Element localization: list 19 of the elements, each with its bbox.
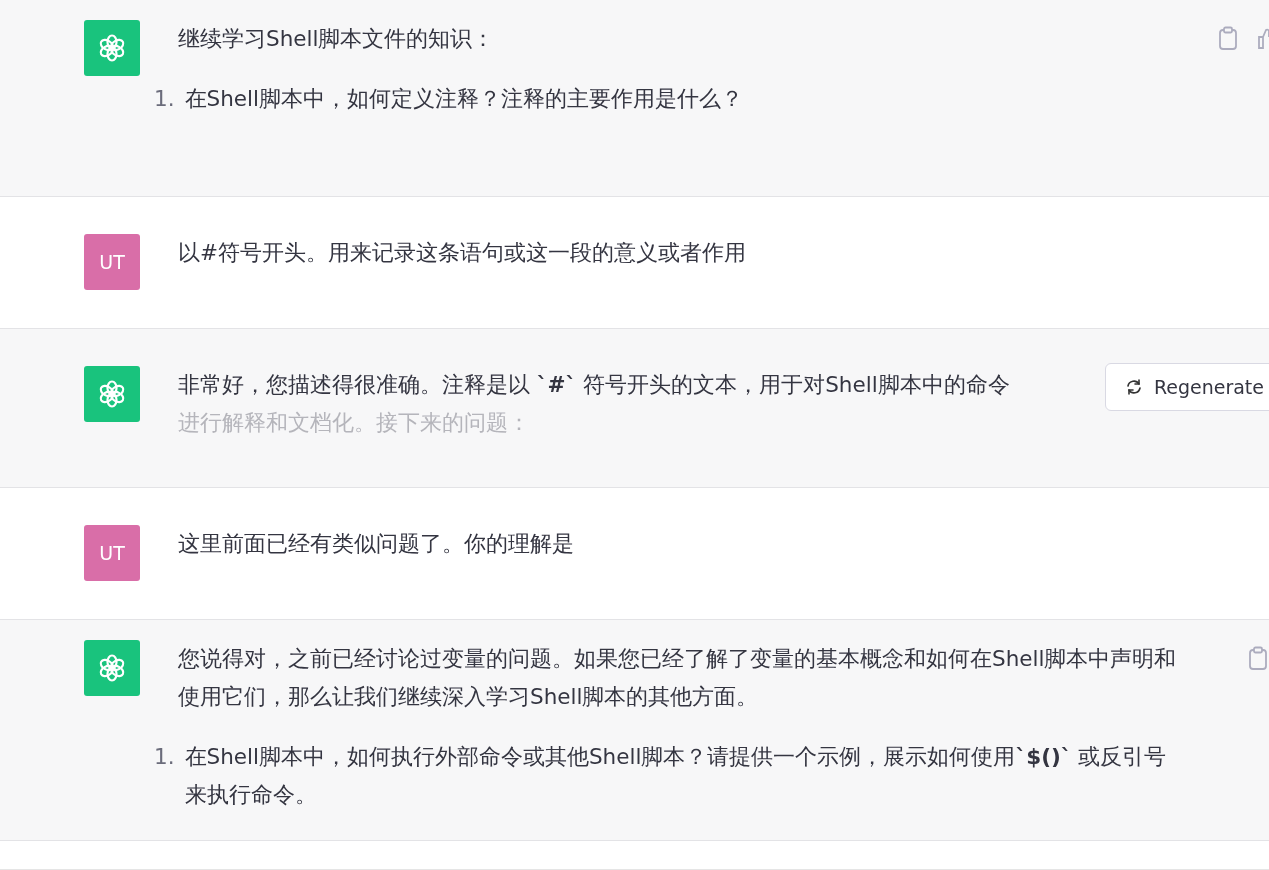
user-avatar: UT [84, 234, 140, 290]
clipboard-icon[interactable] [1247, 646, 1269, 670]
list-number: 1. [154, 85, 175, 113]
message-text: 以#符号开头。用来记录这条语句或这一段的意义或者作用 [178, 239, 747, 267]
list-item-text: 在Shell脚本中，如何定义注释？注释的主要作用是什么？ [184, 85, 743, 113]
list-item-text: 在Shell脚本中，如何执行外部命令或其他Shell脚本？请提供一个示例，展示如何使用`$()` 或反引号来执行命令。 [184, 743, 1168, 809]
list-number: 1. [154, 743, 175, 771]
message-text: 您说得对，之前已经讨论过变量的问题。如果您已经了解了变量的基本概念和如何在Shell脚本中声明和使用它们，那么让我们继续深入学习Shell脚本的其他方面。 [178, 645, 1178, 711]
thumbs-up-icon[interactable] [1257, 26, 1269, 50]
logo-icon [97, 653, 127, 683]
message-text: 继续学习Shell脚本文件的知识： [178, 25, 496, 53]
logo-icon [97, 379, 127, 409]
clipboard-icon[interactable] [1217, 26, 1239, 50]
regenerate-button[interactable]: Regenerate [1104, 363, 1269, 411]
message-text: 这里前面已经有类似问题了。你的理解是 [178, 530, 575, 558]
user-avatar: UT [84, 525, 140, 581]
message-text: 非常好，您描述得很准确。注释是以 `#` 符号开头的文本，用于对Shell脚本中的命令 [178, 371, 1011, 399]
logo-icon [97, 33, 127, 63]
message-text: 进行解释和文档化。接下来的问题： [178, 409, 531, 437]
